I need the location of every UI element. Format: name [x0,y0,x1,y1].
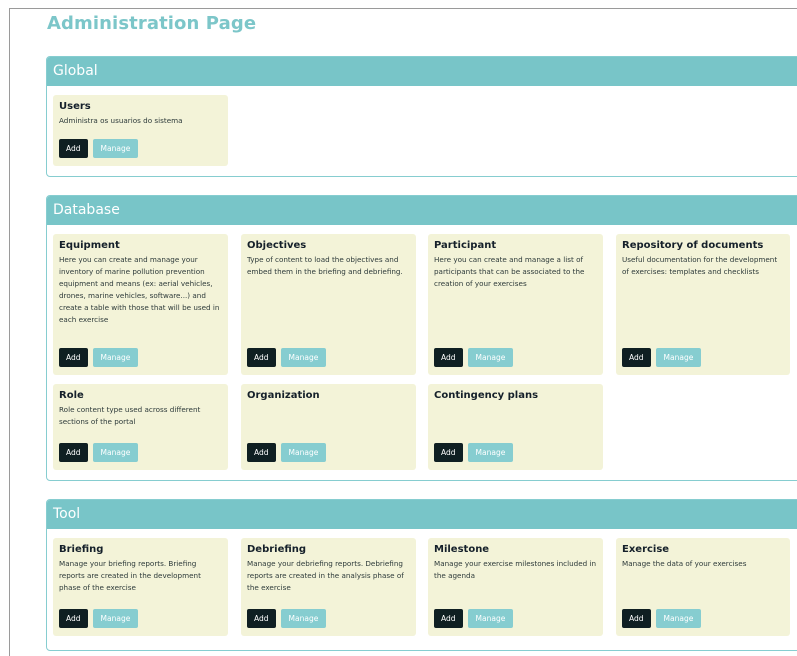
role-add-button[interactable]: Add [59,443,88,462]
card-title: Repository of documents [622,240,764,251]
card-exercise: Exercise Manage the data of your exercis… [616,538,790,636]
card-briefing: Briefing Manage your briefing reports. B… [53,538,228,636]
card-objectives: Objectives Type of content to load the o… [241,234,416,375]
objectives-manage-button[interactable]: Manage [280,348,327,367]
card-title: Participant [434,240,497,251]
card-title: Objectives [247,240,307,251]
card-description: Type of content to load the objectives a… [247,255,403,276]
contingency-plans-add-button[interactable]: Add [434,443,463,462]
organization-add-button[interactable]: Add [247,443,276,462]
section-tool-header: Tool [47,500,797,529]
card-title: Organization [247,390,320,401]
card-description: Manage your debriefing reports. Debriefi… [247,559,404,592]
users-add-button[interactable]: Add [59,139,88,158]
organization-manage-button[interactable]: Manage [280,443,327,462]
repository-manage-button[interactable]: Manage [655,348,702,367]
card-title: Exercise [622,544,670,555]
card-organization: Organization Add Manage [241,384,416,470]
card-users: Users Administra os usuarios do sistema … [53,95,228,166]
card-role: Role Role content type used across diffe… [53,384,228,470]
card-participant: Participant Here you can create and mana… [428,234,603,375]
milestone-add-button[interactable]: Add [434,609,463,628]
milestone-manage-button[interactable]: Manage [467,609,514,628]
card-description: Here you can create and manage a list of… [434,255,585,288]
briefing-manage-button[interactable]: Manage [92,609,139,628]
card-title: Equipment [59,240,120,251]
card-description: Role content type used across different … [59,405,201,426]
briefing-add-button[interactable]: Add [59,609,88,628]
card-title: Milestone [434,544,490,555]
card-title: Briefing [59,544,104,555]
card-title: Contingency plans [434,390,539,401]
exercise-add-button[interactable]: Add [622,609,651,628]
card-milestone: Milestone Manage your exercise milestone… [428,538,603,636]
card-description: Manage your briefing reports. Briefing r… [59,559,201,592]
card-equipment: Equipment Here you can create and manage… [53,234,228,375]
debriefing-add-button[interactable]: Add [247,609,276,628]
debriefing-manage-button[interactable]: Manage [280,609,327,628]
card-title: Role [59,390,84,401]
exercise-manage-button[interactable]: Manage [655,609,702,628]
section-global-header: Global [47,57,797,86]
card-description: Manage the data of your exercises [622,559,747,568]
section-database-header: Database [47,196,797,225]
card-title: Users [59,101,91,112]
card-title: Debriefing [247,544,307,555]
card-repository-of-documents: Repository of documents Useful documenta… [616,234,790,375]
page-title: Administration Page [47,13,257,34]
participant-add-button[interactable]: Add [434,348,463,367]
participant-manage-button[interactable]: Manage [467,348,514,367]
role-manage-button[interactable]: Manage [92,443,139,462]
card-description: Administra os usuarios do sistema [59,116,183,125]
card-description: Useful documentation for the development… [622,255,778,276]
card-contingency-plans: Contingency plans Add Manage [428,384,603,470]
equipment-add-button[interactable]: Add [59,348,88,367]
card-description: Here you can create and manage your inve… [59,255,220,324]
card-description: Manage your exercise milestones included… [434,559,597,580]
equipment-manage-button[interactable]: Manage [92,348,139,367]
objectives-add-button[interactable]: Add [247,348,276,367]
contingency-plans-manage-button[interactable]: Manage [467,443,514,462]
card-debriefing: Debriefing Manage your debriefing report… [241,538,416,636]
users-manage-button[interactable]: Manage [92,139,139,158]
repository-add-button[interactable]: Add [622,348,651,367]
